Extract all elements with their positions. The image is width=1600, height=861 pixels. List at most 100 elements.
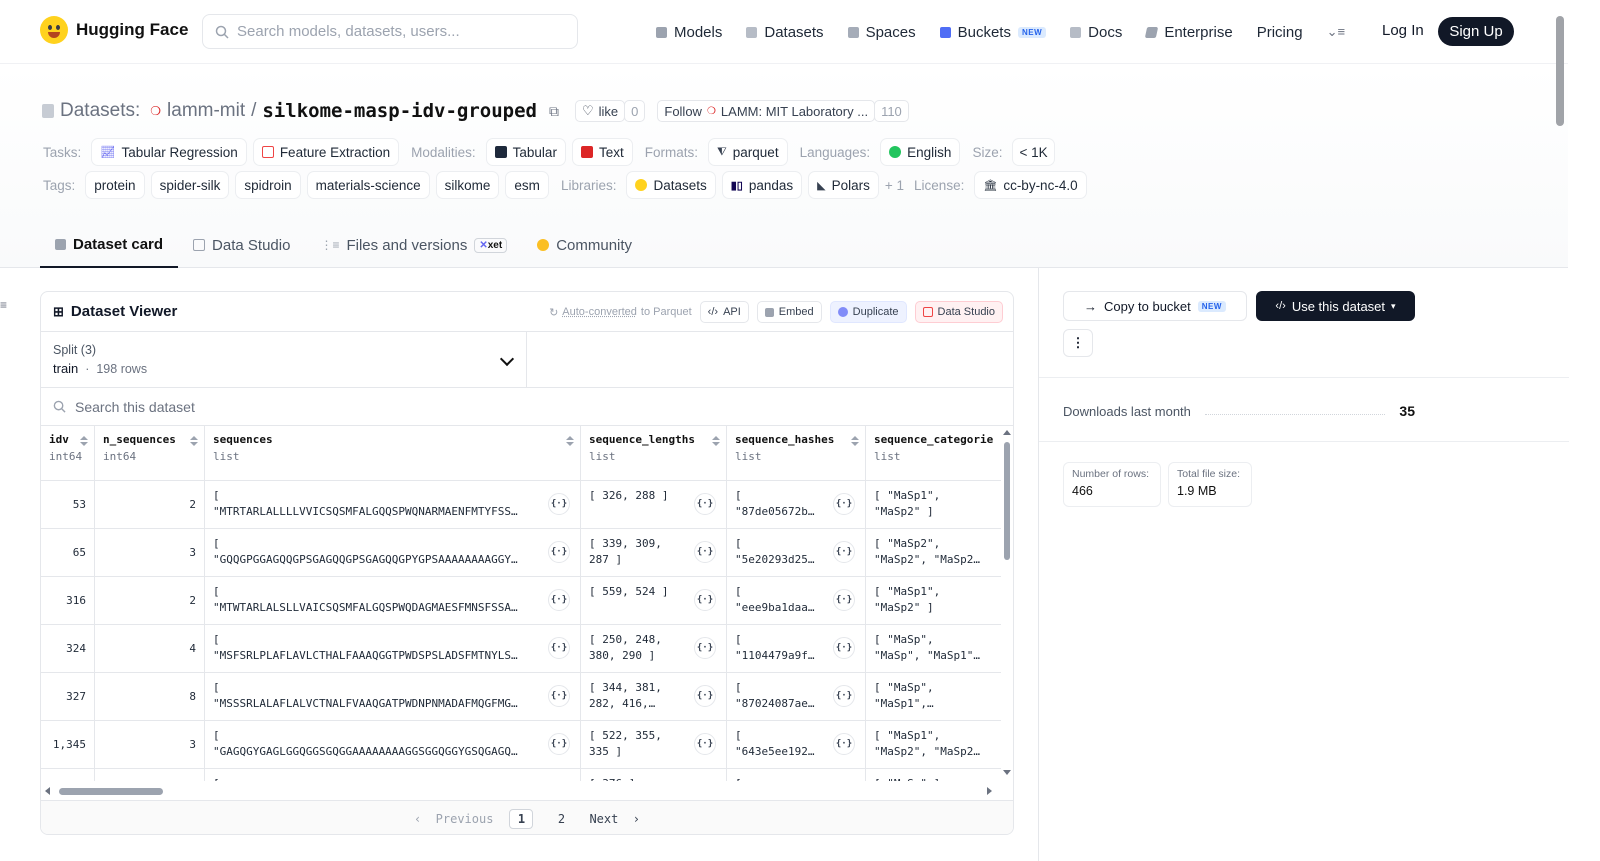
login-link[interactable]: Log In xyxy=(1382,22,1424,39)
library-tag-datasets[interactable]: Datasets xyxy=(626,171,716,199)
tag-esm[interactable]: esm xyxy=(505,171,549,199)
table-row[interactable]: 316 2[ "MTWTARLALSLLVAICSQSMFALGQSPWQDAGM… xyxy=(41,577,1001,625)
page-scrollbar[interactable] xyxy=(1556,16,1564,126)
auto-converted-note[interactable]: ↻ Auto-converted to Parquet xyxy=(549,306,692,319)
language-tag-english[interactable]: English xyxy=(880,138,961,166)
more-options-button[interactable]: ⋮ xyxy=(1063,329,1093,357)
json-expand-icon[interactable]: {·} xyxy=(694,733,716,755)
json-expand-icon[interactable]: {·} xyxy=(694,637,716,659)
task-tag-tabular-regression[interactable]: 📈︎ Tabular Regression xyxy=(91,138,247,166)
follow-button[interactable]: Follow ❍ LAMM: MIT Laboratory ... xyxy=(657,100,876,122)
tab-dataset-card[interactable]: Dataset card xyxy=(40,222,179,268)
tag-spider-silk[interactable]: spider-silk xyxy=(150,171,230,199)
json-expand-icon[interactable]: {·} xyxy=(833,589,855,611)
split-selector[interactable]: Split (3) train · 198 rows xyxy=(41,332,527,387)
license-tag[interactable]: 🏛︎ cc-by-nc-4.0 xyxy=(974,171,1087,199)
copy-to-bucket-button[interactable]: → Copy to bucket NEW xyxy=(1063,291,1247,321)
json-expand-icon[interactable]: {·} xyxy=(548,493,570,515)
json-expand-icon[interactable]: {·} xyxy=(548,589,570,611)
tab-community[interactable]: Community xyxy=(522,222,647,268)
table-row[interactable]: 65 3[ "GQQGPGGAGQQGPSGAGQQGPSGAGQQGPYGPSA… xyxy=(41,529,1001,577)
library-tag-polars[interactable]: ◣ Polars xyxy=(808,171,879,199)
sort-icon[interactable] xyxy=(190,436,198,446)
library-tag-pandas[interactable]: ▮▯ pandas xyxy=(721,171,803,199)
json-expand-icon[interactable]: {·} xyxy=(694,589,716,611)
nav-enterprise[interactable]: Enterprise xyxy=(1145,24,1233,41)
table-row[interactable]: 1,345 3[ "GAGQGYGAGLGGQGGSGQGGAAAAAAAAGGS… xyxy=(41,721,1001,769)
tab-files-and-versions[interactable]: ⋮≡ Files and versions ✕xet xyxy=(305,222,522,268)
embed-button[interactable]: Embed xyxy=(756,301,822,323)
repo-owner[interactable]: lamm-mit xyxy=(167,100,245,122)
global-search-input[interactable]: Search models, datasets, users... xyxy=(202,14,578,49)
json-expand-icon[interactable]: {·} xyxy=(833,685,855,707)
nav-spaces[interactable]: Spaces xyxy=(847,24,916,41)
column-header[interactable]: sequences list xyxy=(205,426,581,480)
table-row[interactable]: 53 2[ "MTRTARLALLLLVVICSQSMFALGQQSPWQNARM… xyxy=(41,481,1001,529)
sort-icon[interactable] xyxy=(80,436,88,446)
size-tag[interactable]: < 1K xyxy=(1012,138,1055,166)
column-header[interactable]: sequence_lengths list xyxy=(581,426,727,480)
column-header[interactable]: sequence_categorie list xyxy=(866,426,1001,480)
modality-tag-text[interactable]: Text xyxy=(571,138,633,166)
page-2-button[interactable]: 2 xyxy=(549,809,573,829)
table-vertical-scrollbar[interactable] xyxy=(1003,430,1011,780)
scroll-right-icon[interactable] xyxy=(987,787,992,795)
json-expand-icon[interactable]: {·} xyxy=(548,733,570,755)
scroll-down-icon[interactable] xyxy=(1003,770,1011,775)
tag-materials-science[interactable]: materials-science xyxy=(306,171,430,199)
duplicate-button[interactable]: Duplicate xyxy=(829,301,907,323)
column-header[interactable]: n_sequences int64 xyxy=(95,426,205,480)
column-header[interactable]: idv int64 xyxy=(41,426,95,480)
tag-protein[interactable]: protein xyxy=(85,171,145,199)
scroll-up-icon[interactable] xyxy=(1003,430,1011,435)
sort-icon[interactable] xyxy=(851,436,859,446)
tag-spidroin[interactable]: spidroin xyxy=(235,171,301,199)
repo-name[interactable]: silkome-masp-idv-grouped xyxy=(262,100,537,122)
nav-buckets[interactable]: Buckets NEW xyxy=(939,24,1047,41)
follow-count[interactable]: 110 xyxy=(874,100,909,122)
sort-icon[interactable] xyxy=(566,436,574,446)
brand-logo[interactable]: Hugging Face xyxy=(40,16,188,44)
json-expand-icon[interactable]: {·} xyxy=(694,541,716,563)
modality-tag-tabular[interactable]: Tabular xyxy=(485,138,566,166)
tag-silkome[interactable]: silkome xyxy=(435,171,500,199)
table-row[interactable]: [{·}[ 376 ]{·}[{·}[ "MaSp" ] xyxy=(41,769,1001,781)
sidebar-toggle-icon[interactable]: ≡ xyxy=(0,298,7,312)
json-expand-icon[interactable]: {·} xyxy=(548,637,570,659)
nav-datasets[interactable]: Datasets xyxy=(746,24,824,41)
copy-icon[interactable]: ⧉ xyxy=(549,103,559,120)
table-row[interactable]: 324 4[ "MSFSRLPLAFLAVLCTHALFAAAQGGTPWDSPS… xyxy=(41,625,1001,673)
task-tag-feature-extraction[interactable]: Feature Extraction xyxy=(252,138,400,166)
table-horizontal-scrollbar[interactable] xyxy=(45,786,997,796)
sort-icon[interactable] xyxy=(712,436,720,446)
dataset-search-input[interactable]: Search this dataset xyxy=(41,388,1013,426)
like-count[interactable]: 0 xyxy=(624,100,646,122)
json-expand-icon[interactable]: {·} xyxy=(833,541,855,563)
repo-kind[interactable]: Datasets: xyxy=(60,100,140,122)
page-1-button[interactable]: 1 xyxy=(509,808,534,829)
previous-page-button[interactable]: ‹ Previous xyxy=(414,812,493,826)
next-page-button[interactable]: Next › xyxy=(589,812,640,826)
tab-data-studio[interactable]: Data Studio xyxy=(178,222,305,268)
scroll-left-icon[interactable] xyxy=(45,787,50,795)
json-expand-icon[interactable]: {·} xyxy=(694,685,716,707)
json-expand-icon[interactable]: {·} xyxy=(694,493,716,515)
api-button[interactable]: ‹/› API xyxy=(699,301,749,323)
use-this-dataset-button[interactable]: ‹/› Use this dataset ▾ xyxy=(1256,291,1415,321)
format-tag-parquet[interactable]: ⧨ parquet xyxy=(707,138,788,166)
column-header[interactable]: sequence_hashes list xyxy=(727,426,866,480)
json-expand-icon[interactable]: {·} xyxy=(833,733,855,755)
nav-more-menu[interactable]: ⌄≡ xyxy=(1327,24,1345,40)
data-studio-button[interactable]: Data Studio xyxy=(914,301,1003,323)
json-expand-icon[interactable]: {·} xyxy=(548,685,570,707)
nav-pricing[interactable]: Pricing xyxy=(1257,24,1303,41)
json-expand-icon[interactable]: {·} xyxy=(833,493,855,515)
json-expand-icon[interactable]: {·} xyxy=(548,541,570,563)
libraries-more[interactable]: + 1 xyxy=(885,178,904,193)
json-expand-icon[interactable]: {·} xyxy=(833,637,855,659)
table-row[interactable]: 327 8[ "MSSSRLALAFLALVCTNALFVAAQGATPWDNPN… xyxy=(41,673,1001,721)
nav-models[interactable]: Models xyxy=(656,24,722,41)
signup-button[interactable]: Sign Up xyxy=(1438,17,1514,46)
nav-docs[interactable]: Docs xyxy=(1070,24,1122,41)
like-button[interactable]: ♡ like xyxy=(574,100,626,122)
